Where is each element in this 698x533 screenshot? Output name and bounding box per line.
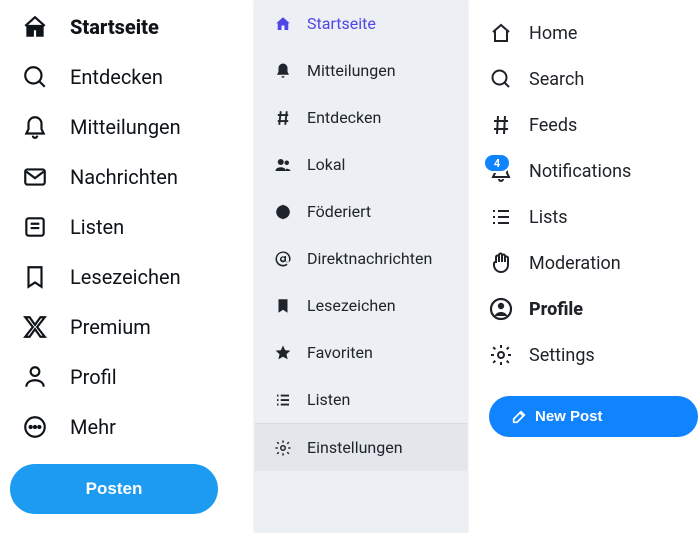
sidebar-item-moderation[interactable]: Moderation	[489, 240, 698, 286]
x-icon	[22, 314, 48, 340]
sidebar-item-notifications[interactable]: 4 Notifications	[489, 148, 698, 194]
sidebar-item-label: Search	[529, 69, 584, 90]
user-icon	[489, 297, 513, 321]
sidebar-item-premium[interactable]: Premium	[0, 302, 245, 352]
hand-icon	[489, 251, 513, 275]
sidebar-item-settings[interactable]: Settings	[489, 332, 698, 378]
notification-badge: 4	[483, 153, 511, 173]
sidebar-item-label: Settings	[529, 345, 595, 366]
sidebar-item-label: Profil	[70, 365, 117, 389]
sidebar-item-label: Startseite	[70, 15, 159, 39]
sidebar-item-label: Nachrichten	[70, 165, 178, 189]
list-icon	[273, 391, 293, 409]
sidebar-item-label: Favoriten	[307, 343, 373, 362]
bluesky-sidebar: Home Search Feeds 4 Notifications Lists …	[467, 0, 698, 533]
search-icon	[22, 64, 48, 90]
sidebar-item-home[interactable]: Home	[489, 10, 698, 56]
new-post-button[interactable]: New Post	[489, 396, 698, 437]
hash-icon	[489, 113, 513, 137]
sidebar-item-feeds[interactable]: Feeds	[489, 102, 698, 148]
sidebar-item-lists[interactable]: Listen	[255, 376, 467, 423]
sidebar-item-profile[interactable]: Profile	[489, 286, 698, 332]
sidebar-item-label: Startseite	[307, 14, 376, 33]
sidebar-item-label: Entdecken	[70, 65, 163, 89]
sidebar-item-home[interactable]: Startseite	[255, 0, 467, 47]
users-icon	[273, 156, 293, 174]
sidebar-item-dm[interactable]: Direktnachrichten	[255, 235, 467, 282]
post-button[interactable]: Posten	[10, 464, 218, 514]
sidebar-item-notifications[interactable]: Mitteilungen	[0, 102, 245, 152]
sidebar-item-notifications[interactable]: Mitteilungen	[255, 47, 467, 94]
person-icon	[22, 364, 48, 390]
sidebar-item-label: Listen	[70, 215, 124, 239]
sidebar-item-label: Lokal	[307, 155, 345, 174]
sidebar-item-label: Mitteilungen	[70, 115, 181, 139]
sidebar-item-label: Direktnachrichten	[307, 249, 432, 268]
hash-icon	[273, 109, 293, 127]
sidebar-item-label: Mehr	[70, 415, 116, 439]
sidebar-item-label: Profile	[529, 299, 583, 320]
list-icon	[22, 214, 48, 240]
star-icon	[273, 344, 293, 362]
home-icon	[273, 15, 293, 33]
globe-icon	[273, 203, 293, 221]
bookmark-icon	[22, 264, 48, 290]
gear-icon	[489, 343, 513, 367]
sidebar-item-local[interactable]: Lokal	[255, 141, 467, 188]
sidebar-item-bookmarks[interactable]: Lesezeichen	[0, 252, 245, 302]
sidebar-item-label: Notifications	[529, 161, 631, 182]
sidebar-item-label: Föderiert	[307, 202, 371, 221]
sidebar-item-explore[interactable]: Entdecken	[255, 94, 467, 141]
more-icon	[22, 414, 48, 440]
sidebar-item-label: Lesezeichen	[307, 296, 396, 315]
sidebar-item-label: Lesezeichen	[70, 265, 181, 289]
compose-icon	[511, 409, 527, 425]
sidebar-item-label: Feeds	[529, 115, 577, 136]
sidebar-item-label: Mitteilungen	[307, 61, 396, 80]
sidebar-item-label: Entdecken	[307, 108, 381, 127]
sidebar-item-label: Einstellungen	[307, 438, 403, 457]
at-icon	[273, 250, 293, 268]
sidebar-item-label: Home	[529, 23, 577, 44]
sidebar-item-label: Premium	[70, 315, 151, 339]
new-post-label: New Post	[535, 408, 603, 425]
sidebar-item-federated[interactable]: Föderiert	[255, 188, 467, 235]
sidebar-item-search[interactable]: Search	[489, 56, 698, 102]
search-icon	[489, 67, 513, 91]
mail-icon	[22, 164, 48, 190]
sidebar-item-lists[interactable]: Lists	[489, 194, 698, 240]
home-icon	[22, 14, 48, 40]
sidebar-item-label: Listen	[307, 390, 350, 409]
sidebar-item-bookmarks[interactable]: Lesezeichen	[255, 282, 467, 329]
list-icon	[489, 205, 513, 229]
sidebar-item-explore[interactable]: Entdecken	[0, 52, 245, 102]
sidebar-item-more[interactable]: Mehr	[0, 402, 245, 452]
bookmark-icon	[273, 297, 293, 315]
sidebar-item-profile[interactable]: Profil	[0, 352, 245, 402]
sidebar-item-home[interactable]: Startseite	[0, 2, 245, 52]
bell-icon	[273, 62, 293, 80]
sidebar-item-favorites[interactable]: Favoriten	[255, 329, 467, 376]
bell-icon	[22, 114, 48, 140]
mastodon-sidebar: Startseite Mitteilungen Entdecken Lokal …	[255, 0, 467, 533]
sidebar-item-messages[interactable]: Nachrichten	[0, 152, 245, 202]
bell-icon: 4	[489, 159, 513, 183]
gear-icon	[273, 439, 293, 457]
sidebar-item-label: Moderation	[529, 253, 621, 274]
sidebar-item-lists[interactable]: Listen	[0, 202, 245, 252]
sidebar-item-settings[interactable]: Einstellungen	[255, 424, 467, 471]
twitter-sidebar: Startseite Entdecken Mitteilungen Nachri…	[0, 0, 245, 533]
home-icon	[489, 21, 513, 45]
sidebar-item-label: Lists	[529, 207, 568, 228]
